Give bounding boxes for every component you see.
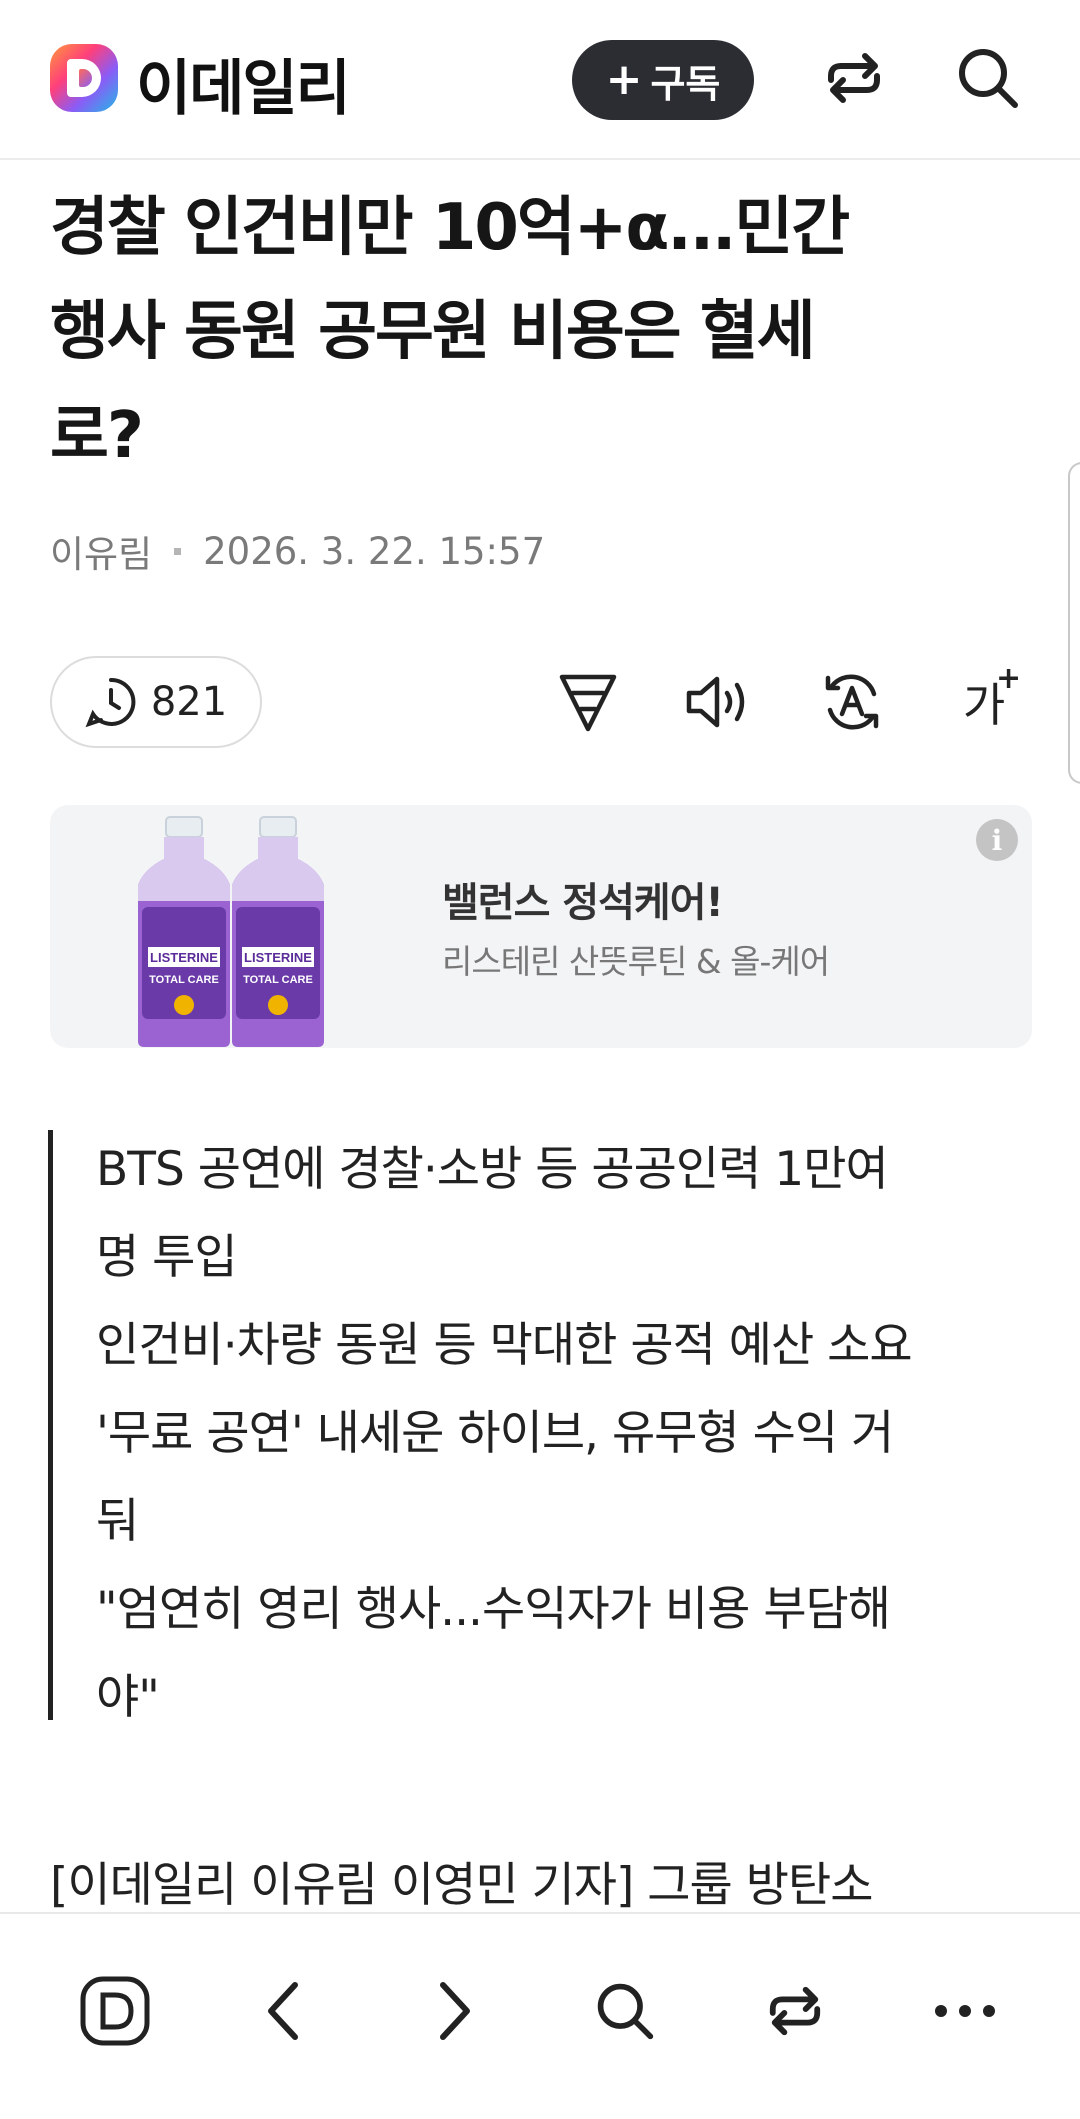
brand-name[interactable]: 이데일리	[136, 40, 351, 127]
filter-icon[interactable]	[550, 664, 626, 740]
home-logo-icon[interactable]	[70, 1966, 160, 2056]
summary-line: 명 투입	[96, 1230, 238, 1285]
subscribe-button[interactable]: + 구독	[572, 40, 754, 120]
separator-dot	[174, 547, 182, 555]
advertisement-banner[interactable]: LISTERINE TOTAL CARE LISTERINE TOTAL CAR…	[50, 805, 1032, 1048]
mouthwash-bottle-image: LISTERINE TOTAL CARE	[138, 816, 230, 1047]
summary-line: BTS 공연에 경찰·소방 등 공공인력 1만여	[96, 1142, 889, 1197]
summary-line: "엄연히 영리 행사...수익자가 비용 부담해	[96, 1582, 891, 1637]
forward-icon[interactable]	[410, 1966, 500, 2056]
svg-text:LISTERINE: LISTERINE	[150, 950, 218, 965]
clock-icon	[85, 677, 136, 728]
title-line: 경찰 인건비만 10억+α...민간	[50, 191, 850, 265]
title-line: 로?	[50, 399, 144, 473]
font-size-label: 가 +	[962, 661, 1022, 732]
search-icon[interactable]	[952, 42, 1024, 114]
author-name[interactable]: 이유림	[50, 524, 152, 578]
title-line: 행사 동원 공무원 비용은 혈세	[50, 295, 816, 369]
plus-icon: +	[605, 54, 643, 105]
ad-subtitle: 리스테린 산뜻루틴 & 올-케어	[442, 942, 830, 981]
summary-line: 둬	[96, 1494, 139, 1549]
summary-line: 인건비·차량 동원 등 막대한 공적 예산 소요	[96, 1318, 913, 1373]
share-icon[interactable]	[750, 1966, 840, 2056]
article-body-line: [이데일리 이유림 이영민 기자] 그룹 방탄소	[50, 1858, 873, 1913]
view-count: 821	[150, 679, 228, 725]
translate-icon[interactable]	[814, 664, 890, 740]
mouthwash-bottle-image: LISTERINE TOTAL CARE	[232, 816, 324, 1047]
summary-line: 야"	[96, 1670, 160, 1725]
publish-date: 2026. 3. 22. 15:57	[203, 529, 546, 573]
subscribe-label: 구독	[650, 61, 721, 106]
more-icon[interactable]	[920, 1966, 1010, 2056]
side-panel-handle[interactable]	[1068, 462, 1080, 784]
back-icon[interactable]	[238, 1966, 328, 2056]
share-icon[interactable]	[818, 42, 890, 114]
article-title: 경찰 인건비만 10억+α...민간 행사 동원 공무원 비용은 혈세 로?	[50, 176, 1040, 488]
search-icon[interactable]	[580, 1966, 670, 2056]
speaker-icon[interactable]	[682, 664, 758, 740]
edaily-logo-icon[interactable]	[50, 44, 118, 112]
font-size-icon[interactable]: 가 +	[946, 661, 1022, 740]
svg-text:TOTAL CARE: TOTAL CARE	[149, 974, 219, 986]
svg-text:TOTAL CARE: TOTAL CARE	[243, 974, 313, 986]
ad-title: 밸런스 정석케어!	[442, 880, 724, 926]
svg-text:LISTERINE: LISTERINE	[244, 950, 312, 965]
bottom-navigation	[0, 1912, 1080, 2119]
ad-info-icon[interactable]: i	[976, 819, 1018, 861]
top-bar: 이데일리 + 구독	[0, 0, 1080, 160]
summary-line: '무료 공연' 내세운 하이브, 유무형 수익 거	[96, 1406, 894, 1461]
view-count-badge: 821	[50, 656, 262, 748]
article-meta: 이유림 2026. 3. 22. 15:57	[50, 524, 545, 578]
